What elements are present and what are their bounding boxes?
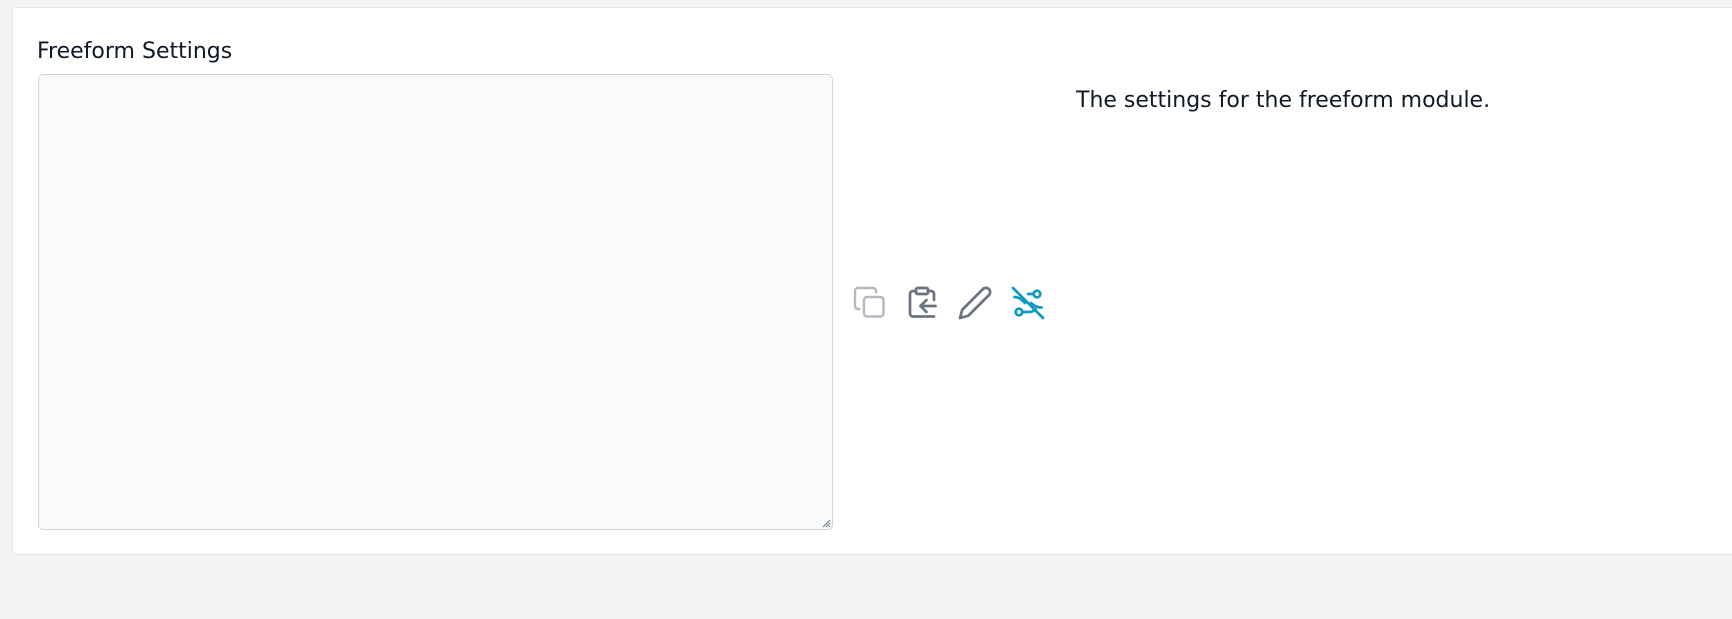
field-label: Freeform Settings <box>37 39 233 64</box>
copy-icon <box>853 286 885 318</box>
freeform-settings-textarea[interactable] <box>38 74 833 530</box>
clipboard-paste-icon <box>908 286 937 318</box>
toggle-variables-button[interactable] <box>1009 284 1047 322</box>
edit-button[interactable] <box>956 284 994 322</box>
variables-off-icon <box>1011 286 1045 320</box>
field-description: The settings for the freeform module. <box>1076 88 1491 113</box>
copy-button[interactable] <box>851 284 889 322</box>
paste-button[interactable] <box>903 284 941 322</box>
resize-handle-icon[interactable] <box>821 518 831 528</box>
pencil-icon <box>958 286 992 320</box>
